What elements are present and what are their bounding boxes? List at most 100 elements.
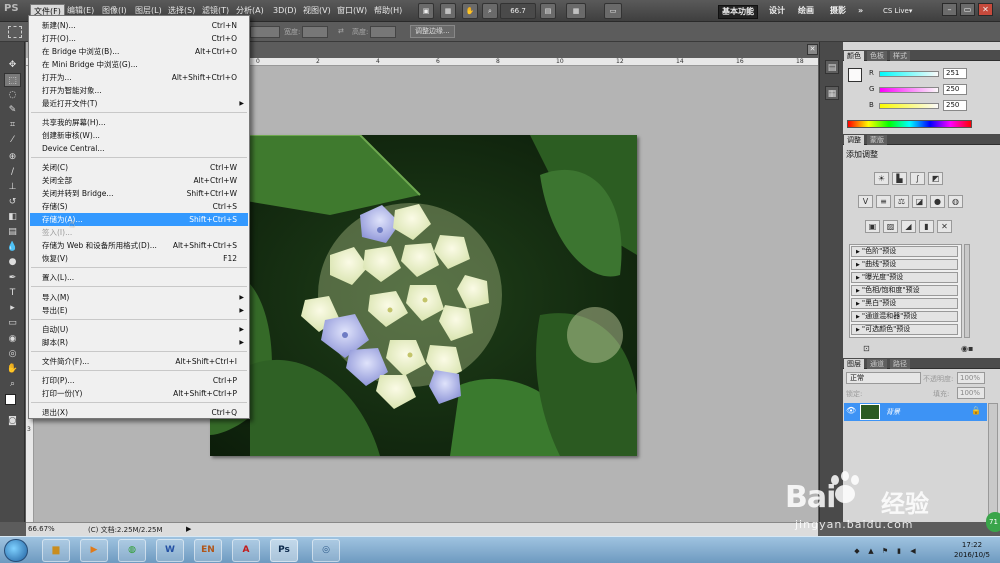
green-value-field[interactable]: 250 bbox=[943, 84, 967, 95]
move-tool-icon[interactable]: ✥ bbox=[4, 58, 21, 72]
quick-mask-icon[interactable]: ◙ bbox=[4, 414, 21, 428]
menu-item-device-central[interactable]: Device Central... bbox=[30, 142, 248, 155]
menu-item-print-one[interactable]: 打印一份(Y) Alt+Shift+Ctrl+P bbox=[30, 387, 248, 400]
menu-item-new[interactable]: 新建(N)... Ctrl+N bbox=[30, 19, 248, 32]
color-balance-icon[interactable]: ⚖ bbox=[894, 195, 909, 208]
healing-brush-icon[interactable]: ⊕ bbox=[4, 150, 21, 164]
preset-levels[interactable]: ▶ "色阶"预设 bbox=[851, 246, 958, 257]
menu-item-create-review[interactable]: 创建新审核(W)... bbox=[30, 129, 248, 142]
preset-channel-mixer[interactable]: ▶ "通道混和器"预设 bbox=[851, 311, 958, 322]
status-doc-info[interactable]: (C) 文档:2.25M/2.25M bbox=[88, 525, 163, 535]
zoom-level[interactable]: 66.7 bbox=[500, 3, 536, 19]
menu-item-save-for-web[interactable]: 存储为 Web 和设备所用格式(D)... Alt+Shift+Ctrl+S bbox=[30, 239, 248, 252]
red-slider-bar[interactable] bbox=[879, 71, 939, 77]
path-select-icon[interactable]: ▸ bbox=[4, 301, 21, 315]
black-white-icon[interactable]: ◪ bbox=[912, 195, 927, 208]
preset-selective-color[interactable]: ▶ "可选颜色"预设 bbox=[851, 324, 958, 335]
tab-styles[interactable]: 样式 bbox=[890, 51, 910, 61]
exposure-icon[interactable]: ◩ bbox=[928, 172, 943, 185]
close-icon[interactable]: ✕ bbox=[978, 3, 993, 16]
status-zoom[interactable]: 66.67% bbox=[28, 525, 55, 533]
acrobat-icon[interactable]: A bbox=[232, 539, 260, 562]
menu-item-save-as[interactable]: 存储为(A)... Shift+Ctrl+S bbox=[30, 213, 248, 226]
gradient-tool-icon[interactable]: ▤ bbox=[4, 225, 21, 239]
doc-close-icon[interactable]: ✕ bbox=[807, 44, 818, 55]
quick-select-icon[interactable]: ✎ bbox=[4, 103, 21, 117]
photoshop-icon[interactable]: Ps bbox=[270, 539, 298, 562]
crop-tool-icon[interactable]: ⌗ bbox=[4, 118, 21, 132]
marquee-preset-icon[interactable] bbox=[8, 26, 22, 38]
menu-item-export[interactable]: 导出(E) ▶ bbox=[30, 304, 248, 317]
menu-item-save[interactable]: 存储(S) Ctrl+S bbox=[30, 200, 248, 213]
hand-icon[interactable]: ✋ bbox=[462, 3, 478, 19]
menu-help[interactable]: 帮助(H) bbox=[371, 4, 405, 18]
actions-panel-icon[interactable]: ▦ bbox=[825, 86, 839, 100]
style-select[interactable] bbox=[250, 26, 280, 38]
posterize-icon[interactable]: ▨ bbox=[883, 220, 898, 233]
media-player-icon[interactable]: ▶ bbox=[80, 539, 108, 562]
menu-item-scripts[interactable]: 脚本(R) ▶ bbox=[30, 336, 248, 349]
workspace-photography[interactable]: 摄影 bbox=[830, 5, 846, 17]
vibrance-icon[interactable]: V bbox=[858, 195, 873, 208]
tab-masks[interactable]: 蒙版 bbox=[867, 135, 887, 145]
zoom-icon[interactable]: ⌕ bbox=[482, 3, 498, 19]
tray-flag-icon[interactable]: ⚑ bbox=[880, 546, 890, 556]
preset-exposure[interactable]: ▶ "曝光度"预设 bbox=[851, 272, 958, 283]
foreground-color-swatch[interactable] bbox=[848, 68, 862, 82]
workspace-essentials[interactable]: 基本功能 bbox=[718, 5, 758, 19]
adjust-options-icon[interactable]: ◉▪ bbox=[961, 344, 973, 353]
mini-bridge-icon[interactable]: ▦ bbox=[440, 3, 456, 19]
system-clock[interactable]: 17:22 2016/10/5 bbox=[950, 540, 994, 560]
color-spectrum-bar[interactable] bbox=[847, 120, 972, 128]
zoom-tool-icon[interactable]: ⌕ bbox=[4, 377, 21, 391]
menu-item-close[interactable]: 关闭(C) Ctrl+W bbox=[30, 161, 248, 174]
minimize-icon[interactable]: – bbox=[942, 3, 957, 16]
blur-tool-icon[interactable]: 💧 bbox=[4, 240, 21, 254]
workspace-painting[interactable]: 绘画 bbox=[798, 5, 814, 17]
menu-item-recent-files[interactable]: 最近打开文件(T) ▶ bbox=[30, 97, 248, 110]
menu-item-place[interactable]: 置入(L)... bbox=[30, 271, 248, 284]
hand-tool-icon[interactable]: ✋ bbox=[4, 362, 21, 376]
dictionary-icon[interactable]: EN bbox=[194, 539, 222, 562]
height-field[interactable] bbox=[370, 26, 396, 38]
eyedropper-icon[interactable]: ⁄ bbox=[4, 133, 21, 147]
workspace-design[interactable]: 设计 bbox=[769, 5, 785, 17]
status-menu-arrow-icon[interactable]: ▶ bbox=[186, 525, 191, 533]
channel-mixer-icon[interactable]: ◍ bbox=[948, 195, 963, 208]
menu-item-print[interactable]: 打印(P)... Ctrl+P bbox=[30, 374, 248, 387]
blue-value-field[interactable]: 250 bbox=[943, 100, 967, 111]
hydrangea-photo[interactable] bbox=[210, 135, 637, 456]
fill-field[interactable]: 100% bbox=[957, 387, 985, 399]
extras-icon[interactable]: ▤ bbox=[540, 3, 556, 19]
photo-filter-icon[interactable]: ● bbox=[930, 195, 945, 208]
width-field[interactable] bbox=[302, 26, 328, 38]
shape-tool-icon[interactable]: ▭ bbox=[4, 316, 21, 330]
3d-rotate-icon[interactable]: ◉ bbox=[4, 332, 21, 346]
levels-icon[interactable]: ▙ bbox=[892, 172, 907, 185]
menu-item-exit[interactable]: 退出(X) Ctrl+Q bbox=[30, 406, 248, 419]
opacity-field[interactable]: 100% bbox=[957, 372, 985, 384]
tray-volume-icon[interactable]: ◀ bbox=[908, 546, 918, 556]
start-button[interactable] bbox=[4, 539, 28, 562]
blue-slider-bar[interactable] bbox=[879, 103, 939, 109]
menu-item-close-all[interactable]: 关闭全部 Alt+Ctrl+W bbox=[30, 174, 248, 187]
dodge-tool-icon[interactable]: ● bbox=[4, 255, 21, 269]
menu-item-file-info[interactable]: 文件简介(F)... Alt+Shift+Ctrl+I bbox=[30, 355, 248, 368]
menu-window[interactable]: 窗口(W) bbox=[334, 4, 370, 18]
foreground-color-swatch[interactable] bbox=[5, 394, 16, 405]
preset-hue-saturation[interactable]: ▶ "色相/饱和度"预设 bbox=[851, 285, 958, 296]
cs-live[interactable]: CS Live▾ bbox=[883, 5, 912, 17]
brush-tool-icon[interactable]: ∕ bbox=[4, 165, 21, 179]
red-value-field[interactable]: 251 bbox=[943, 68, 967, 79]
eraser-icon[interactable]: ◧ bbox=[4, 210, 21, 224]
hue-saturation-icon[interactable]: ≡ bbox=[876, 195, 891, 208]
menu-item-revert[interactable]: 恢复(V) F12 bbox=[30, 252, 248, 265]
menu-item-open-as[interactable]: 打开为... Alt+Shift+Ctrl+O bbox=[30, 71, 248, 84]
network-app-icon[interactable]: ◎ bbox=[312, 539, 340, 562]
menu-item-import[interactable]: 导入(M) ▶ bbox=[30, 291, 248, 304]
menu-item-share-screen[interactable]: 共享我的屏幕(H)... bbox=[30, 116, 248, 129]
explorer-icon[interactable]: ▆ bbox=[42, 539, 70, 562]
bridge-icon[interactable]: ▣ bbox=[418, 3, 434, 19]
arrange-icon[interactable]: ▦ bbox=[566, 3, 586, 19]
3d-orbit-icon[interactable]: ◎ bbox=[4, 347, 21, 361]
